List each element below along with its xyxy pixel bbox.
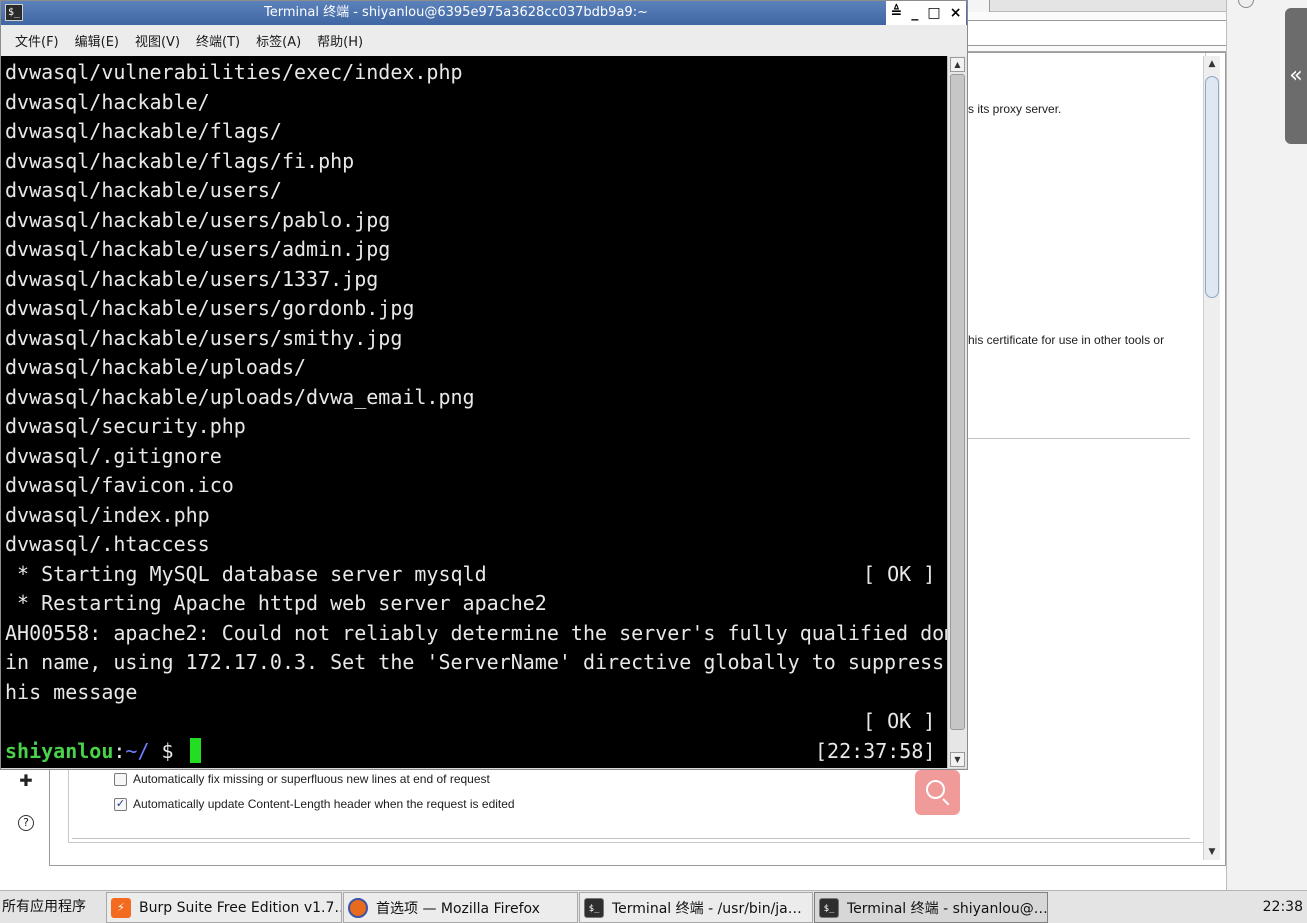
terminal-line: dvwasql/hackable/users/pablo.jpg: [5, 207, 391, 232]
prompt-separator: :: [113, 738, 126, 763]
scroll-down-arrow-icon[interactable]: ▼: [950, 752, 965, 767]
terminal-line: dvwasql/security.php: [5, 414, 246, 438]
applications-menu[interactable]: 所有应用程序: [0, 891, 103, 923]
terminal-line: dvwasql/hackable/users/gordonb.jpg: [5, 296, 415, 320]
shell-prompt[interactable]: shiyanlou:~/ $: [5, 737, 201, 767]
terminal-line: dvwasql/hackable/uploads/dvwa_email.png: [5, 384, 475, 409]
menu-help[interactable]: 帮助(H): [317, 31, 363, 50]
terminal-line: dvwasql/hackable/users/smithy.jpg: [5, 325, 403, 350]
terminal-line: dvwasql/hackable/flags/: [5, 119, 282, 143]
menu-terminal[interactable]: 终端(T): [196, 31, 240, 50]
burp-scroll-thumb[interactable]: [1205, 76, 1219, 298]
burp-vertical-scrollbar[interactable]: ▲ ▼: [1203, 56, 1220, 860]
terminal-line: dvwasql/hackable/uploads/: [5, 355, 307, 379]
background-tab-stub[interactable]: [968, 0, 990, 12]
terminal-line: dvwasql/hackable/flags/fi.php: [5, 148, 355, 173]
ok-status: [ OK ]: [863, 709, 936, 733]
terminal-window: $ _ Terminal 终端 - shiyanlou@6395e975a3628…: [0, 0, 968, 770]
terminal-icon: $_: [819, 897, 839, 918]
clock[interactable]: 22:38: [1263, 891, 1303, 923]
burp-left-rail: ✚ ?: [0, 765, 49, 866]
terminal-line: dvwasql/favicon.ico: [5, 473, 234, 497]
scroll-up-arrow-icon[interactable]: ▲: [1204, 56, 1220, 72]
extender-icon[interactable]: ✚: [16, 771, 36, 791]
scroll-up-arrow-icon[interactable]: ▲: [950, 57, 965, 72]
option-update-content-length[interactable]: ✓ Automatically update Content-Length he…: [114, 796, 515, 812]
taskbar: 所有应用程序 ⚡ Burp Suite Free Edition v1.7… 首…: [0, 890, 1307, 923]
terminal-line: dvwasql/hackable/users/1337.jpg: [5, 266, 379, 291]
task-firefox-preferences[interactable]: 首选项 — Mozilla Firefox: [343, 892, 578, 923]
terminal-icon: $_: [584, 897, 604, 918]
task-label: Terminal 终端 - /usr/bin/ja…: [612, 900, 802, 917]
section-divider: [968, 438, 1190, 439]
close-icon[interactable]: ×: [950, 5, 962, 21]
terminal-title: Terminal 终端 - shiyanlou@6395e975a3628cc0…: [264, 5, 648, 20]
terminal-line: dvwasql/hackable/users/admin.jpg: [5, 237, 391, 261]
prompt-user: shiyanlou: [5, 738, 114, 763]
update-content-length-label: Automatically update Content-Length head…: [133, 797, 515, 811]
scroll-down-arrow-icon[interactable]: ▼: [1204, 844, 1220, 860]
text-cursor: [189, 737, 201, 763]
task-label: 首选项 — Mozilla Firefox: [376, 900, 540, 917]
terminal-line: dvwasql/hackable/: [5, 89, 210, 114]
proxy-description-fragment: s its proxy server.: [968, 102, 1062, 116]
task-burp-suite[interactable]: ⚡ Burp Suite Free Edition v1.7…: [106, 892, 342, 923]
shade-icon[interactable]: ≜: [891, 5, 903, 21]
terminal-line: dvwasql/.gitignore: [5, 443, 222, 468]
search-icon: [926, 780, 945, 799]
option-fix-newlines[interactable]: Automatically fix missing or superfluous…: [114, 771, 490, 787]
update-content-length-checkbox[interactable]: ✓: [114, 797, 127, 811]
terminal-line: dvwasql/hackable/users/: [5, 178, 282, 202]
floating-search-button[interactable]: [915, 770, 960, 815]
prompt-time: [22:37:58]: [815, 738, 936, 763]
fix-newlines-checkbox[interactable]: [114, 772, 127, 786]
help-icon[interactable]: ?: [18, 815, 34, 831]
terminal-titlebar[interactable]: $_ Terminal 终端 - shiyanlou@6395e975a3628…: [1, 1, 967, 25]
menu-view[interactable]: 视图(V): [135, 31, 180, 50]
terminal-output[interactable]: dvwasql/vulnerabilities/exec/index.php d…: [1, 56, 947, 768]
terminal-line: AH00558: apache2: Could not reliably det…: [5, 620, 947, 645]
prompt-symbol: $: [149, 738, 186, 763]
prompt-path: ~/: [125, 738, 150, 763]
window-controls: ≜ _ □ ×: [886, 1, 966, 25]
menu-file[interactable]: 文件(F): [15, 31, 59, 50]
task-terminal-shiyanlou[interactable]: $_ Terminal 终端 - shiyanlou@…: [814, 892, 1048, 923]
terminal-line: * Restarting Apache httpd web server apa…: [5, 591, 547, 615]
menu-tabs[interactable]: 标签(A): [256, 31, 301, 50]
background-address-bar[interactable]: [968, 20, 1226, 46]
search-icon-handle: [942, 798, 950, 806]
firefox-icon: [348, 897, 368, 918]
terminal-menubar: 文件(F) 编辑(E) 视图(V) 终端(T) 标签(A) 帮助(H): [1, 25, 967, 56]
terminal-line: * Starting MySQL database server mysqld: [5, 561, 487, 586]
sidebar-collapse-toggle[interactable]: «: [1285, 8, 1307, 144]
terminal-line: dvwasql/vulnerabilities/exec/index.php: [5, 60, 463, 84]
minimize-icon[interactable]: _: [911, 5, 918, 21]
terminal-line: in name, using 172.17.0.3. Set the 'Serv…: [5, 650, 947, 674]
background-toolbar-row: [968, 12, 1226, 52]
task-label: Terminal 终端 - shiyanlou@…: [847, 900, 1048, 917]
terminal-scroll-thumb[interactable]: [950, 74, 965, 730]
terminal-line: dvwasql/.htaccess: [5, 532, 210, 556]
section-divider-bottom: [72, 838, 1190, 839]
terminal-line: his message: [5, 679, 138, 704]
certificate-description-fragment: his certificate for use in other tools o…: [968, 333, 1165, 347]
fix-newlines-label: Automatically fix missing or superfluous…: [133, 772, 490, 786]
ok-status: [ OK ]: [863, 561, 936, 586]
burp-icon: ⚡: [111, 897, 131, 918]
terminal-line: dvwasql/index.php: [5, 502, 210, 527]
maximize-icon[interactable]: □: [927, 5, 940, 21]
menu-edit[interactable]: 编辑(E): [75, 31, 119, 50]
terminal-scrollbar[interactable]: ▲ ▼: [947, 56, 967, 768]
task-label: Burp Suite Free Edition v1.7…: [139, 899, 342, 916]
task-terminal-java[interactable]: $_ Terminal 终端 - /usr/bin/ja…: [579, 892, 813, 923]
